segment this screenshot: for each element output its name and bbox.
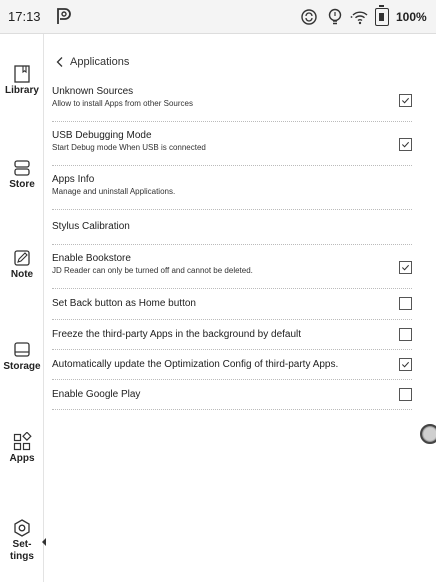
checkmark-icon — [401, 361, 410, 368]
setting-description: Manage and uninstall Applications. — [52, 187, 176, 196]
setting-enable-google-play[interactable]: Enable Google Play — [52, 380, 412, 410]
setting-enable-bookstore[interactable]: Enable Bookstore JD Reader can only be t… — [52, 245, 412, 289]
page-title: Applications — [70, 56, 130, 68]
checkmark-icon — [401, 141, 410, 148]
lightbulb-icon — [328, 8, 342, 25]
setting-back-as-home[interactable]: Set Back button as Home button — [52, 289, 412, 320]
checkmark-icon — [401, 264, 410, 271]
sync-icon — [301, 9, 317, 25]
setting-description: JD Reader can only be turned off and can… — [52, 266, 253, 275]
settings-list: Unknown Sources Allow to install Apps fr… — [44, 78, 430, 410]
sidebar-item-settings[interactable]: Set- tings — [0, 518, 46, 563]
status-time: 17:13 — [8, 9, 41, 24]
sidebar: Library Store Note Storage Apps Set- tin… — [0, 34, 46, 582]
setting-stylus-calibration[interactable]: Stylus Calibration — [52, 210, 412, 245]
sidebar-item-label: Note — [10, 269, 34, 280]
setting-title: Stylus Calibration — [52, 221, 130, 232]
checkbox[interactable] — [399, 261, 412, 274]
apps-icon — [13, 432, 32, 451]
setting-title: Automatically update the Optimization Co… — [52, 359, 339, 370]
setting-title: Unknown Sources — [52, 86, 134, 97]
settings-icon — [14, 519, 30, 537]
setting-title: Enable Bookstore — [52, 253, 131, 264]
store-icon — [14, 160, 30, 176]
sidebar-item-label: Store — [9, 179, 35, 190]
sidebar-item-apps[interactable]: Apps — [0, 432, 44, 465]
wifi-icon — [350, 11, 368, 25]
checkbox[interactable] — [399, 388, 412, 401]
checkbox[interactable] — [399, 358, 412, 371]
setting-title: Freeze the third-party Apps in the backg… — [52, 329, 302, 340]
setting-title: Set Back button as Home button — [52, 298, 196, 309]
battery-percent: 100% — [396, 10, 427, 24]
checkbox[interactable] — [399, 297, 412, 310]
checkbox[interactable] — [399, 138, 412, 151]
setting-auto-update-config[interactable]: Automatically update the Optimization Co… — [52, 350, 412, 380]
sidebar-item-label: Storage — [3, 361, 41, 372]
p-logo-icon — [57, 8, 71, 24]
sidebar-item-library[interactable]: Library — [0, 64, 44, 97]
checkbox[interactable] — [399, 94, 412, 107]
status-bar: 17:13 100% — [0, 0, 436, 34]
floating-ball-icon[interactable] — [420, 424, 436, 444]
setting-description: Allow to install Apps from other Sources — [52, 99, 193, 108]
sidebar-item-store[interactable]: Store — [0, 158, 44, 191]
note-icon — [14, 250, 30, 266]
battery-icon — [375, 5, 389, 26]
back-button[interactable]: Applications — [54, 52, 129, 72]
checkmark-icon — [401, 97, 410, 104]
sidebar-item-label: Set- tings — [10, 539, 34, 562]
settings-panel: Applications Unknown Sources Allow to in… — [44, 34, 436, 582]
checkbox[interactable] — [399, 328, 412, 341]
setting-title: Apps Info — [52, 174, 95, 185]
setting-freeze-third-party[interactable]: Freeze the third-party Apps in the backg… — [52, 320, 412, 350]
setting-unknown-sources[interactable]: Unknown Sources Allow to install Apps fr… — [52, 78, 412, 122]
setting-usb-debugging[interactable]: USB Debugging Mode Start Debug mode When… — [52, 122, 412, 166]
setting-title: USB Debugging Mode — [52, 130, 152, 141]
sidebar-item-label: Library — [5, 85, 39, 96]
setting-description: Start Debug mode When USB is connected — [52, 143, 206, 152]
setting-title: Enable Google Play — [52, 389, 141, 400]
setting-apps-info[interactable]: Apps Info Manage and uninstall Applicati… — [52, 166, 412, 210]
sidebar-item-note[interactable]: Note — [0, 248, 44, 281]
library-icon — [14, 65, 30, 83]
sidebar-item-label: Apps — [9, 453, 35, 464]
storage-icon — [14, 342, 30, 357]
sidebar-item-storage[interactable]: Storage — [0, 340, 44, 373]
chevron-left-icon — [56, 57, 63, 67]
